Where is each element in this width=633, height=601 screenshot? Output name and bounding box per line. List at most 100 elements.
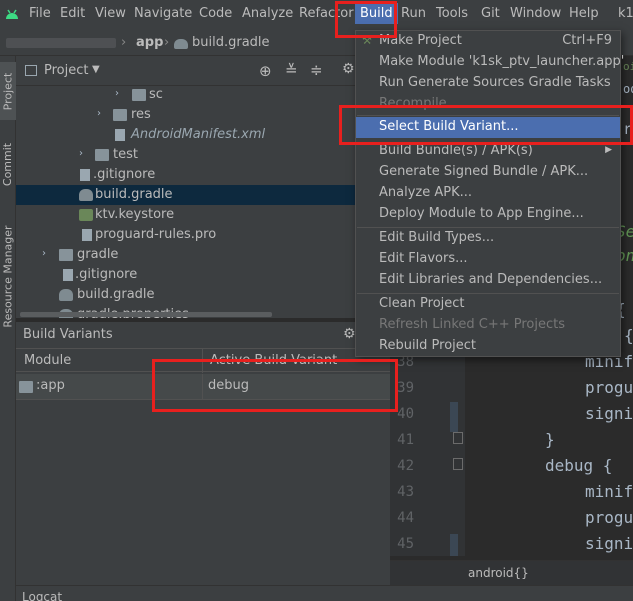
window-title-overflow: k1 [618, 6, 633, 21]
tree-item-keystore[interactable]: ktv.keystore [16, 205, 356, 225]
menu-item-edit-flavors[interactable]: Edit Flavors... [356, 249, 620, 270]
breadcrumb-file[interactable]: build.gradle [192, 35, 270, 50]
line-number: 42 [397, 458, 414, 474]
menu-item-clean-project[interactable]: Clean Project [356, 294, 620, 315]
folder-icon [59, 249, 73, 261]
tree-item-test[interactable]: › test [16, 145, 356, 165]
left-tool-stripe: Project Commit Resource Manager [0, 56, 16, 601]
build-variants-title: Build Variants [23, 327, 113, 342]
fold-marker-icon[interactable] [453, 432, 463, 444]
file-icon [80, 169, 90, 181]
gear-icon[interactable]: ⚙ [343, 326, 356, 342]
tab-resource-manager-label: Resource Manager [1, 224, 15, 328]
tree-item-sc[interactable]: › sc [16, 85, 356, 105]
tab-commit[interactable]: Commit [0, 136, 16, 192]
chevron-right-icon[interactable]: › [97, 108, 101, 119]
menu-item-deploy-module[interactable]: Deploy Module to App Engine... [356, 204, 620, 225]
menu-window[interactable]: Window [510, 6, 561, 21]
menu-item-label: Build Bundle(s) / APK(s) [379, 143, 533, 158]
code-line: signi [585, 534, 633, 553]
tree-item-label: ktv.keystore [95, 207, 175, 222]
tree-item-gitignore-root[interactable]: .gitignore [16, 265, 356, 285]
code-fragment: oic [623, 60, 633, 73]
breadcrumb-separator-icon: › [164, 35, 170, 50]
menu-item-make-module[interactable]: Make Module 'k1sk_ptv_launcher.app' [356, 52, 624, 73]
menu-tools[interactable]: Tools [436, 6, 468, 21]
tree-item-gitignore[interactable]: .gitignore [16, 165, 356, 185]
code-line: progu [585, 378, 633, 397]
code-fragment: { [624, 326, 633, 345]
line-number: 45 [397, 536, 414, 552]
file-icon [82, 229, 92, 241]
folder-icon [132, 89, 146, 101]
tree-item-label: sc [149, 87, 163, 102]
editor-breadcrumb-label[interactable]: android{} [468, 566, 529, 580]
locate-file-icon[interactable]: ⊕ [259, 62, 272, 80]
menu-help[interactable]: Help [569, 6, 599, 21]
menu-item-label: Edit Libraries and Dependencies... [379, 272, 603, 287]
tab-resource-manager[interactable]: Resource Manager [0, 206, 16, 346]
menu-item-generate-signed[interactable]: Generate Signed Bundle / APK... [356, 162, 620, 183]
menu-item-run-generate-sources[interactable]: Run Generate Sources Gradle Tasks [356, 73, 620, 94]
tree-item-res[interactable]: › res [16, 105, 356, 125]
editor-breadcrumb: android{} [390, 560, 633, 586]
tree-item-manifest[interactable]: AndroidManifest.xml [16, 125, 356, 145]
menu-run[interactable]: Run [401, 6, 426, 21]
change-marker [450, 534, 458, 556]
module-name: :app [36, 378, 65, 393]
collapse-all-icon[interactable]: ≑ [310, 61, 323, 79]
line-number: 41 [397, 432, 414, 448]
project-view-icon [25, 65, 37, 76]
bottom-tool-bar: Logcat [16, 585, 633, 601]
chevron-down-icon[interactable]: ▼ [92, 64, 100, 75]
menu-item-edit-libraries[interactable]: Edit Libraries and Dependencies... [356, 270, 620, 291]
tree-item-label: .gitignore [75, 267, 138, 282]
menu-git[interactable]: Git [481, 6, 500, 21]
breadcrumb-module[interactable]: app [136, 35, 163, 50]
gradle-icon [59, 289, 73, 301]
menu-view[interactable]: View [95, 6, 126, 21]
chevron-right-icon[interactable]: › [42, 248, 46, 259]
tree-item-label: proguard-rules.pro [95, 227, 217, 242]
menu-navigate[interactable]: Navigate [134, 6, 192, 21]
fold-marker-icon[interactable] [453, 458, 463, 470]
menu-item-analyze-apk[interactable]: Analyze APK... [356, 183, 620, 204]
tree-item-label: build.gradle [95, 187, 173, 202]
horizontal-scrollbar[interactable] [20, 312, 272, 317]
module-folder-icon [19, 381, 33, 393]
tree-item-label: test [113, 147, 138, 162]
tab-project[interactable]: Project [0, 62, 16, 120]
gradle-icon [174, 39, 188, 49]
folder-icon [95, 149, 109, 161]
tree-item-build-gradle-root[interactable]: build.gradle [16, 285, 356, 305]
tree-item-label: .gitignore [93, 167, 156, 182]
menu-file[interactable]: File [29, 6, 51, 21]
chevron-right-icon[interactable]: › [115, 88, 119, 99]
menu-item-label: Analyze APK... [379, 185, 473, 200]
annotation-box-select-build-variant [339, 105, 633, 145]
annotation-box-build-menu [335, 1, 397, 38]
menu-item-shortcut: Ctrl+F9 [562, 33, 612, 48]
blurred-project-name [6, 38, 116, 48]
chevron-right-icon[interactable]: › [79, 148, 83, 159]
menu-item-edit-build-types[interactable]: Edit Build Types... [356, 228, 620, 249]
gear-icon[interactable]: ⚙ [342, 61, 355, 77]
menu-code[interactable]: Code [199, 6, 232, 21]
menu-item-label: Make Module 'k1sk_ptv_launcher.app' [379, 54, 625, 69]
menu-item-rebuild-project[interactable]: Rebuild Project [356, 336, 620, 357]
gradle-icon [79, 189, 93, 201]
column-header-module[interactable]: Module [24, 353, 71, 368]
tree-item-build-gradle[interactable]: build.gradle [16, 185, 356, 205]
tab-logcat[interactable]: Logcat [22, 590, 62, 601]
menu-edit[interactable]: Edit [60, 6, 85, 21]
project-view-selector[interactable]: Project [44, 63, 88, 78]
menu-item-label: Refresh Linked C++ Projects [379, 317, 566, 332]
tree-item-gradle-folder[interactable]: › gradle [16, 245, 356, 265]
menu-item-label: Rebuild Project [379, 338, 477, 353]
change-marker [450, 402, 458, 432]
tree-item-proguard[interactable]: proguard-rules.pro [16, 225, 356, 245]
menu-item-label: Clean Project [379, 296, 465, 311]
tree-item-label: build.gradle [77, 287, 155, 302]
expand-all-icon[interactable]: ≚ [285, 61, 298, 79]
menu-analyze[interactable]: Analyze [242, 6, 293, 21]
